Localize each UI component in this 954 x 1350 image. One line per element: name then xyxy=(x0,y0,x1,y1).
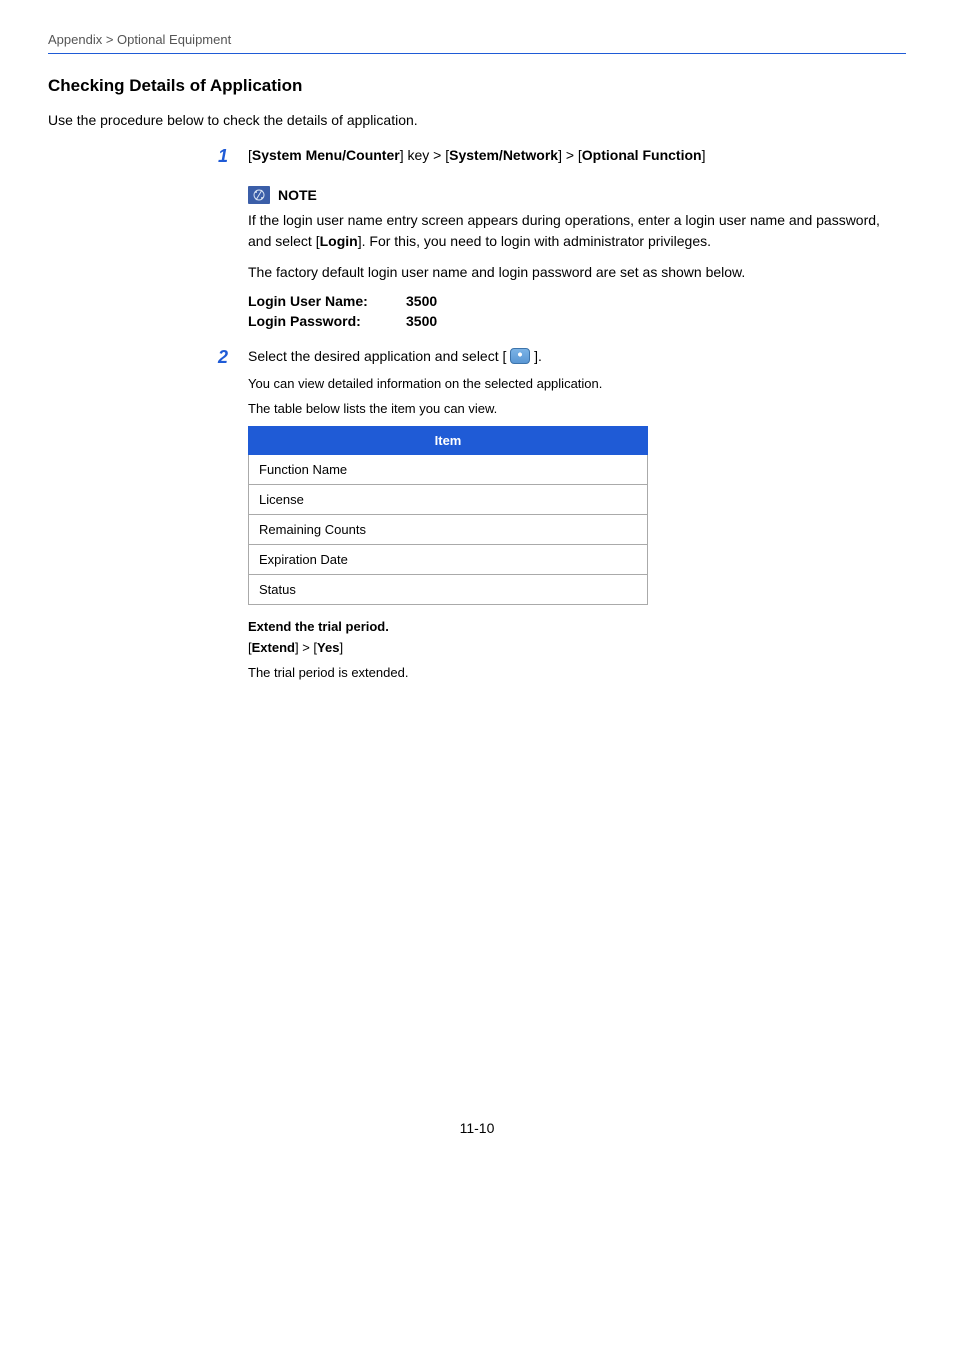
cell-status: Status xyxy=(249,575,648,605)
login-password-value: 3500 xyxy=(406,313,437,329)
step2-sub2: The table below lists the item you can v… xyxy=(248,401,906,416)
key-system-menu-counter: System Menu/Counter xyxy=(252,147,400,163)
page-title: Checking Details of Application xyxy=(48,76,906,96)
step2-line: Select the desired application and selec… xyxy=(248,347,906,367)
key-extend: Extend xyxy=(252,640,295,655)
table-row: Expiration Date xyxy=(249,545,648,575)
page-number: 11-10 xyxy=(48,1120,906,1136)
table-row: Function Name xyxy=(249,455,648,485)
intro-text: Use the procedure below to check the det… xyxy=(48,112,906,128)
table-row: Status xyxy=(249,575,648,605)
b-mid: ] > [ xyxy=(295,640,317,655)
cell-remaining-counts: Remaining Counts xyxy=(249,515,648,545)
extend-result: The trial period is extended. xyxy=(248,665,906,680)
note-p1c: ]. For this, you need to login with admi… xyxy=(358,233,711,249)
key-yes: Yes xyxy=(317,640,339,655)
step2-text-b: ]. xyxy=(534,348,542,364)
item-table-header: Item xyxy=(249,427,648,455)
table-row: Remaining Counts xyxy=(249,515,648,545)
note-text-1: If the login user name entry screen appe… xyxy=(248,210,906,252)
note-icon xyxy=(248,186,270,204)
cell-function-name: Function Name xyxy=(249,455,648,485)
step-number-1: 1 xyxy=(218,146,228,167)
step-number-2: 2 xyxy=(218,347,228,368)
step1-path: [System Menu/Counter] key > [System/Netw… xyxy=(248,146,906,166)
item-table: Item Function Name License Remaining Cou… xyxy=(248,426,648,605)
note-box: NOTE If the login user name entry screen… xyxy=(248,186,906,329)
key-system-network: System/Network xyxy=(449,147,558,163)
note-login-key: Login xyxy=(320,233,358,249)
credentials-table: Login User Name: 3500 Login Password: 35… xyxy=(248,293,906,329)
login-user-value: 3500 xyxy=(406,293,437,309)
detail-icon xyxy=(510,348,530,364)
breadcrumb: Appendix > Optional Equipment xyxy=(48,32,906,54)
login-password-label: Login Password: xyxy=(248,313,388,329)
step-2: 2 Select the desired application and sel… xyxy=(218,347,906,681)
cell-expiration-date: Expiration Date xyxy=(249,545,648,575)
extend-heading: Extend the trial period. xyxy=(248,619,906,634)
key-optional-function: Optional Function xyxy=(582,147,702,163)
login-user-label: Login User Name: xyxy=(248,293,388,309)
note-text-2: The factory default login user name and … xyxy=(248,262,906,283)
extend-path: [Extend] > [Yes] xyxy=(248,640,906,655)
path-sep-1: ] key > [ xyxy=(400,147,449,163)
login-user-row: Login User Name: 3500 xyxy=(248,293,906,309)
cell-license: License xyxy=(249,485,648,515)
step-1: 1 [System Menu/Counter] key > [System/Ne… xyxy=(218,146,906,329)
step2-sub1: You can view detailed information on the… xyxy=(248,376,906,391)
step2-text-a: Select the desired application and selec… xyxy=(248,348,506,364)
note-label: NOTE xyxy=(278,187,317,203)
login-password-row: Login Password: 3500 xyxy=(248,313,906,329)
b-close: ] xyxy=(339,640,343,655)
path-sep-2: ] > [ xyxy=(558,147,582,163)
table-row: License xyxy=(249,485,648,515)
bracket-close: ] xyxy=(702,147,706,163)
